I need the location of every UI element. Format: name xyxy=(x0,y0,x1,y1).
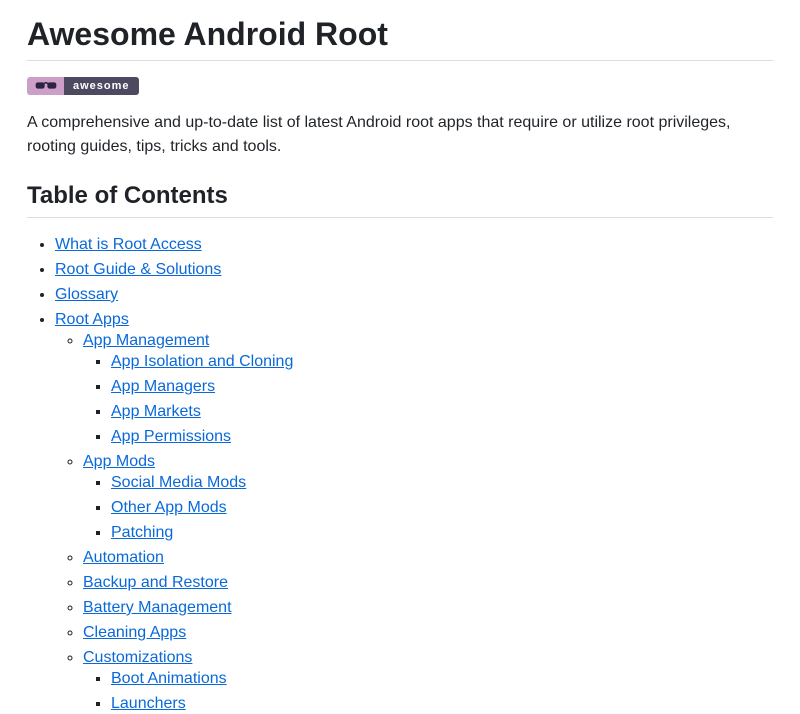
list-item: App Permissions xyxy=(111,426,773,447)
toc-link-launchers[interactable]: Launchers xyxy=(111,695,186,712)
list-item: Root Apps App Management App Isolation a… xyxy=(55,309,773,714)
toc-link-what-is-root-access[interactable]: What is Root Access xyxy=(55,236,202,253)
readme-page: Awesome Android Root awesome A comprehen… xyxy=(0,0,800,714)
toc-link-backup-and-restore[interactable]: Backup and Restore xyxy=(83,574,228,591)
list-item: App Management App Isolation and Cloning… xyxy=(83,330,773,447)
list-item: Cleaning Apps xyxy=(83,622,773,643)
list-item: Social Media Mods xyxy=(111,472,773,493)
toc-link-root-apps[interactable]: Root Apps xyxy=(55,311,129,328)
toc-link-glossary[interactable]: Glossary xyxy=(55,286,118,303)
list-item: Boot Animations xyxy=(111,668,773,689)
toc-link-customizations[interactable]: Customizations xyxy=(83,649,192,666)
toc-link-boot-animations[interactable]: Boot Animations xyxy=(111,670,227,687)
toc-link-battery-management[interactable]: Battery Management xyxy=(83,599,232,616)
list-item: Backup and Restore xyxy=(83,572,773,593)
toc-sublist-customizations: Boot Animations Launchers xyxy=(83,668,773,714)
toc-link-app-managers[interactable]: App Managers xyxy=(111,378,215,395)
list-item: Battery Management xyxy=(83,597,773,618)
list-item: Patching xyxy=(111,522,773,543)
toc-link-app-markets[interactable]: App Markets xyxy=(111,403,201,420)
toc-link-other-app-mods[interactable]: Other App Mods xyxy=(111,499,227,516)
badge-row: awesome xyxy=(27,77,773,95)
toc-link-root-guide-solutions[interactable]: Root Guide & Solutions xyxy=(55,261,221,278)
toc-heading: Table of Contents xyxy=(27,181,773,218)
page-title: Awesome Android Root xyxy=(27,16,773,61)
toc-sublist-app-mods: Social Media Mods Other App Mods Patchin… xyxy=(83,472,773,543)
list-item: Root Guide & Solutions xyxy=(55,259,773,280)
toc-list: What is Root Access Root Guide & Solutio… xyxy=(27,234,773,714)
toc-link-patching[interactable]: Patching xyxy=(111,524,173,541)
badge-label: awesome xyxy=(64,77,139,95)
awesome-badge[interactable]: awesome xyxy=(27,77,139,95)
list-item: App Markets xyxy=(111,401,773,422)
toc-sublist-app-management: App Isolation and Cloning App Managers A… xyxy=(83,351,773,447)
toc-sublist-root-apps: App Management App Isolation and Cloning… xyxy=(55,330,773,714)
list-item: Glossary xyxy=(55,284,773,305)
toc-link-app-mods[interactable]: App Mods xyxy=(83,453,155,470)
sunglasses-icon xyxy=(27,77,64,95)
list-item: App Mods Social Media Mods Other App Mod… xyxy=(83,451,773,543)
toc-link-social-media-mods[interactable]: Social Media Mods xyxy=(111,474,246,491)
toc-link-automation[interactable]: Automation xyxy=(83,549,164,566)
list-item: App Managers xyxy=(111,376,773,397)
toc-link-app-isolation-and-cloning[interactable]: App Isolation and Cloning xyxy=(111,353,293,370)
list-item: Customizations Boot Animations Launchers xyxy=(83,647,773,714)
list-item: What is Root Access xyxy=(55,234,773,255)
list-item: Other App Mods xyxy=(111,497,773,518)
list-item: App Isolation and Cloning xyxy=(111,351,773,372)
intro-paragraph: A comprehensive and up-to-date list of l… xyxy=(27,111,773,159)
toc-link-app-management[interactable]: App Management xyxy=(83,332,209,349)
toc-link-cleaning-apps[interactable]: Cleaning Apps xyxy=(83,624,186,641)
list-item: Launchers xyxy=(111,693,773,714)
list-item: Automation xyxy=(83,547,773,568)
toc-link-app-permissions[interactable]: App Permissions xyxy=(111,428,231,445)
